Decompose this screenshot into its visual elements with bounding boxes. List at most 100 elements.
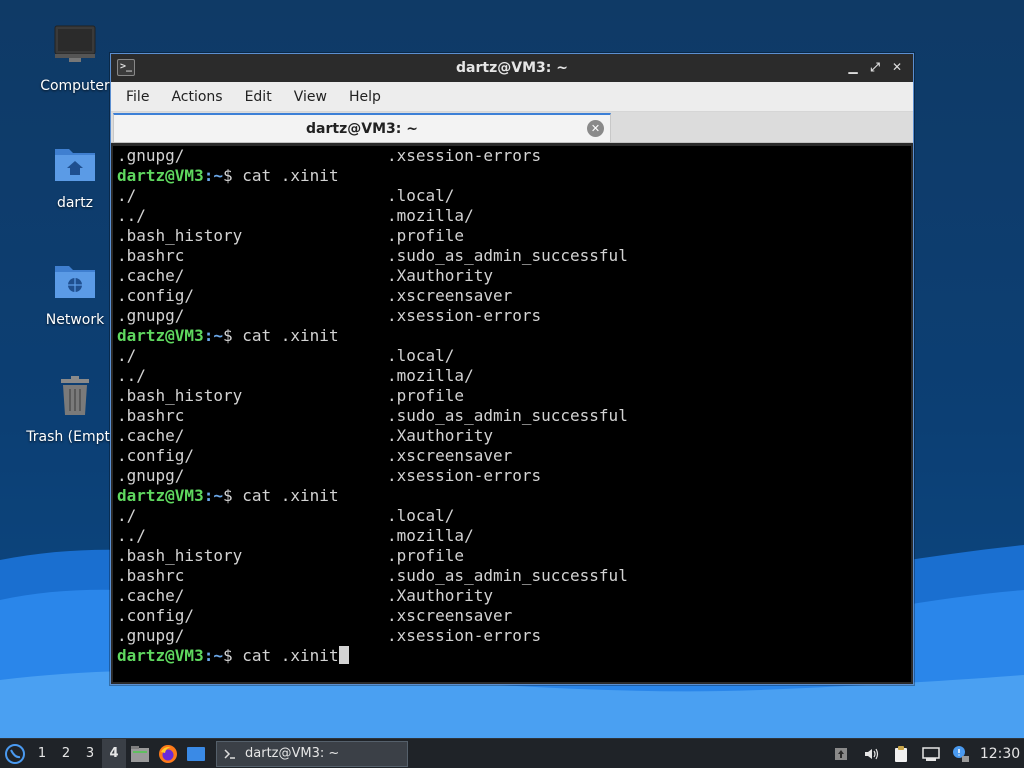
tray-notification[interactable] — [946, 739, 976, 768]
prompt-path: :~ — [203, 486, 223, 505]
terminal-output-line: .cache/ .Xauthority — [115, 426, 911, 446]
tab-close-icon[interactable]: ✕ — [587, 120, 604, 137]
minimize-button[interactable]: ▁ — [845, 59, 861, 75]
tray-clipboard[interactable] — [886, 739, 916, 768]
terminal-entry: .Xauthority — [387, 266, 493, 285]
workspace-3[interactable]: 3 — [78, 739, 102, 768]
clock[interactable]: 12:30 — [976, 746, 1024, 762]
terminal-output-line: .bashrc .sudo_as_admin_successful — [115, 406, 911, 426]
terminal-output[interactable]: .gnupg/.xsession-errors dartz@VM3:~$ cat … — [113, 146, 911, 682]
terminal-entry: .config/ — [117, 286, 195, 305]
tab-terminal[interactable]: dartz@VM3: ~ ✕ — [113, 113, 611, 142]
terminal-entry: .local/ — [387, 186, 455, 205]
launcher-show-desktop[interactable] — [182, 739, 210, 768]
terminal-entry: ./ — [117, 346, 137, 365]
home-folder-icon — [55, 149, 95, 181]
terminal-entry: .bash_history — [117, 386, 243, 405]
terminal-prompt: dartz@VM3:~$ cat .xinit — [117, 166, 339, 186]
prompt-symbol: $ — [222, 326, 233, 345]
terminal-output-line: .cache/ .Xauthority — [115, 266, 911, 286]
prompt-path: :~ — [203, 326, 223, 345]
prompt-user: dartz@VM3 — [117, 326, 204, 345]
network-folder-icon — [55, 266, 95, 298]
prompt-symbol: $ — [222, 486, 233, 505]
taskbar-task-label: dartz@VM3: ~ — [245, 746, 340, 761]
terminal-entry: .gnupg/ — [117, 146, 185, 165]
taskbar-terminal-task[interactable]: dartz@VM3: ~ — [216, 740, 408, 767]
terminal-entry: .mozilla/ — [387, 206, 474, 225]
terminal-entry: .local/ — [387, 506, 455, 525]
workspace-1[interactable]: 1 — [30, 739, 54, 768]
terminal-output-line: .config/ .xscreensaver — [115, 286, 911, 306]
terminal-entry: .cache/ — [117, 586, 185, 605]
terminal-entry: .bashrc — [117, 406, 185, 425]
terminal-output-line: .gnupg/ .xsession-errors — [115, 306, 911, 326]
menu-actions[interactable]: Actions — [160, 82, 233, 112]
terminal-entry: .bashrc — [117, 566, 185, 585]
terminal-entry: .sudo_as_admin_successful — [387, 246, 628, 265]
terminal-entry: .xscreensaver — [387, 446, 513, 465]
terminal-prompt-line: dartz@VM3:~$ cat .xinit — [115, 646, 911, 666]
tray-network[interactable] — [916, 739, 946, 768]
terminal-output-line: .bash_history .profile — [115, 546, 911, 566]
terminal-output-line: .bashrc .sudo_as_admin_successful — [115, 246, 911, 266]
computer-icon — [54, 25, 96, 62]
notification-icon — [953, 745, 969, 762]
terminal-icon — [224, 748, 235, 759]
network-icon — [922, 746, 940, 761]
prompt-user: dartz@VM3 — [117, 486, 204, 505]
prompt-path: :~ — [203, 646, 223, 665]
launcher-firefox[interactable] — [154, 739, 182, 768]
terminal-entry: .bash_history — [117, 546, 243, 565]
terminal-entry: .xscreensaver — [387, 606, 513, 625]
terminal-output-line: .config/ .xscreensaver — [115, 446, 911, 466]
prompt-command: cat .xinit — [232, 326, 339, 345]
terminal-output-line: .config/ .xscreensaver — [115, 606, 911, 626]
taskbar: 1 2 3 4 dartz@VM3: ~ 12:30 — [0, 738, 1024, 768]
volume-icon — [865, 748, 879, 759]
prompt-command: cat .xinit — [232, 486, 339, 505]
prompt-command: cat .xinit — [232, 646, 339, 665]
terminal-entry: .Xauthority — [387, 426, 493, 445]
terminal-prompt-line: dartz@VM3:~$ cat .xinit — [115, 166, 911, 186]
launcher-file-manager[interactable] — [126, 739, 154, 768]
window-controls: ▁ ⤢ ✕ — [845, 59, 905, 75]
terminal-prompt: dartz@VM3:~$ cat .xinit — [117, 486, 339, 506]
close-button[interactable]: ✕ — [889, 59, 905, 75]
trash-icon — [61, 376, 89, 415]
tray-update[interactable] — [826, 739, 856, 768]
file-manager-icon — [131, 745, 149, 762]
terminal-app-icon[interactable]: >_ — [117, 59, 135, 76]
terminal-entry: .xsession-errors — [387, 466, 542, 485]
terminal-prompt: dartz@VM3:~$ cat .xinit — [117, 326, 339, 346]
workspace-2[interactable]: 2 — [54, 739, 78, 768]
terminal-prompt-line: dartz@VM3:~$ cat .xinit — [115, 486, 911, 506]
maximize-button[interactable]: ⤢ — [867, 59, 883, 75]
terminal-entry: .Xauthority — [387, 586, 493, 605]
terminal-entry: .profile — [387, 226, 465, 245]
window-titlebar[interactable]: >_ dartz@VM3: ~ ▁ ⤢ ✕ — [111, 54, 913, 82]
terminal-entry: ../ — [117, 206, 146, 225]
terminal-entry: .profile — [387, 546, 465, 565]
terminal-entry: .sudo_as_admin_successful — [387, 406, 628, 425]
terminal-entry: .cache/ — [117, 426, 185, 445]
terminal-output-line: ./ .local/ — [115, 186, 911, 206]
prompt-symbol: $ — [222, 646, 233, 665]
start-menu-button[interactable] — [0, 739, 30, 768]
terminal-entry: ../ — [117, 366, 146, 385]
workspace-4[interactable]: 4 — [102, 738, 126, 768]
terminal-entry: .mozilla/ — [387, 526, 474, 545]
menu-file[interactable]: File — [115, 82, 160, 112]
terminal-entry: .local/ — [387, 346, 455, 365]
terminal-output-line: .gnupg/ .xsession-errors — [115, 466, 911, 486]
terminal-entry: ../ — [117, 526, 146, 545]
terminal-entry: .cache/ — [117, 266, 185, 285]
terminal-entry: .xsession-errors — [387, 306, 542, 325]
prompt-path: :~ — [203, 166, 223, 185]
terminal-entry: .xscreensaver — [387, 286, 513, 305]
menu-view[interactable]: View — [283, 82, 338, 112]
tab-bar: dartz@VM3: ~ ✕ — [111, 112, 913, 143]
menu-help[interactable]: Help — [338, 82, 392, 112]
menu-edit[interactable]: Edit — [234, 82, 283, 112]
tray-volume[interactable] — [856, 739, 886, 768]
